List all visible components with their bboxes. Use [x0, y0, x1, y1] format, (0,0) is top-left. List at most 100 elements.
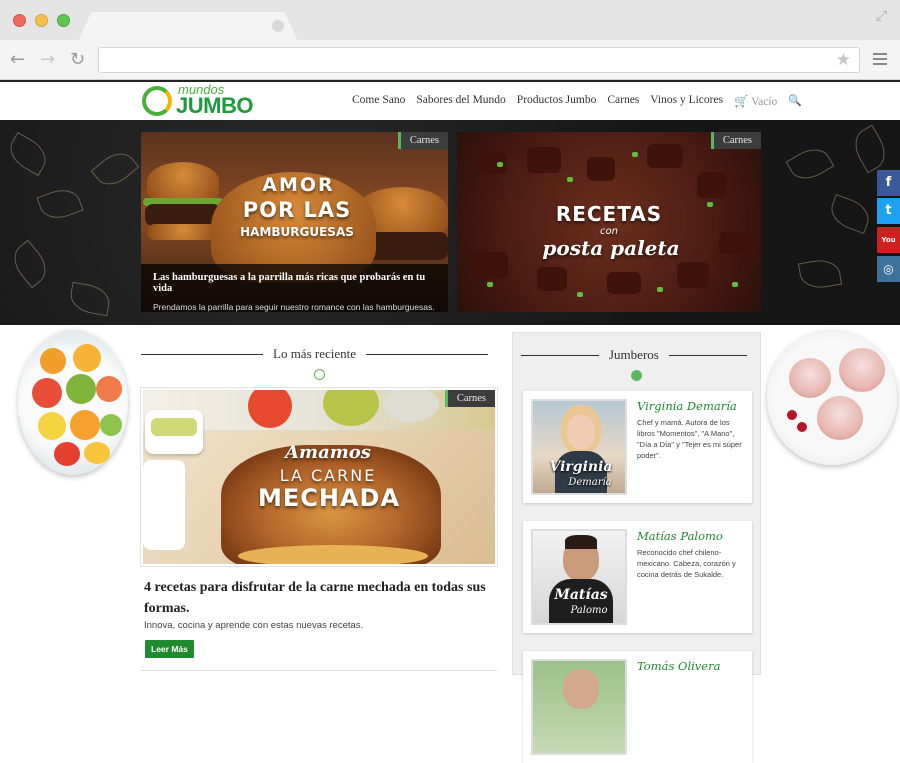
nav-item-sabores[interactable]: Sabores del Mundo [416, 94, 505, 108]
meat-image [527, 147, 561, 173]
burger-image [145, 204, 221, 226]
jumbero-photo[interactable]: Matías Palomo [531, 529, 627, 625]
globe-icon [631, 370, 642, 381]
maximize-window-icon[interactable] [57, 14, 70, 27]
divider [141, 670, 497, 671]
site-header: mundos JUMBO Come Sano Sabores del Mundo… [0, 82, 900, 120]
meat-image [707, 202, 713, 207]
cart-icon: 🛒 [734, 96, 749, 108]
cart-label: Vacío [751, 96, 778, 108]
fruit-image [38, 412, 66, 440]
forward-arrow-icon[interactable]: → [40, 49, 55, 70]
address-bar[interactable]: ★ [98, 47, 860, 73]
person-image [565, 535, 597, 549]
jumbero-name[interactable]: Matías Palomo [637, 529, 723, 543]
hero-card-subtitle: Prendamos la parrilla para seguir nuestr… [153, 302, 435, 312]
mundos-jumbo-logo[interactable]: mundos JUMBO [140, 82, 255, 118]
muffin-plate-decoration [767, 330, 897, 465]
meat-image [647, 144, 683, 168]
read-more-button[interactable]: Leer Más [145, 640, 194, 658]
cherry-image [787, 410, 797, 420]
photo-caption: Virginia [549, 459, 613, 475]
jumbero-card[interactable]: Virginia Demaría Virginia Demaría Chef y… [523, 391, 752, 503]
hero-card-hamburguesas[interactable]: AMOR POR LAS HAMBURGUESAS Carnes Las ham… [141, 132, 448, 312]
category-tag[interactable]: Carnes [710, 132, 761, 149]
hero-card-image-text: POR LAS [242, 198, 352, 222]
fruit-image [66, 374, 96, 404]
article-image-text: MECHADA [257, 484, 401, 512]
hero-card-image-text: posta paleta [542, 236, 680, 260]
sauce-image [151, 418, 197, 436]
back-arrow-icon[interactable]: ← [10, 49, 25, 70]
jumbero-photo[interactable]: Virginia Demaría [531, 399, 627, 495]
photo-caption: Demaría [568, 477, 612, 488]
section-title: Jumberos [609, 347, 659, 362]
meat-image [607, 272, 641, 294]
sauce-cup-image [143, 460, 185, 550]
person-image [563, 669, 599, 709]
meat-image [567, 177, 573, 182]
nav-item-vinos[interactable]: Vinos y Licores [650, 94, 723, 108]
meat-image [732, 282, 738, 287]
bookmark-star-icon[interactable]: ★ [836, 50, 851, 70]
article-title[interactable]: 4 recetas para disfrutar de la carne mec… [144, 577, 496, 619]
twitter-icon[interactable]: t [877, 198, 900, 224]
search-icon[interactable]: 🔍 [788, 94, 802, 108]
browser-titlebar: ⤢ [0, 0, 900, 42]
section-title: Lo más reciente [273, 346, 357, 361]
fullscreen-icon[interactable]: ⤢ [876, 8, 892, 24]
meat-image [577, 292, 583, 297]
jumbero-name[interactable]: Virginia Demaría [637, 399, 737, 413]
meat-image [587, 157, 615, 181]
meat-image [719, 232, 749, 254]
meat-image [632, 152, 638, 157]
tab-close-icon[interactable] [272, 20, 284, 32]
leaf-decoration-icon [797, 256, 843, 292]
logo-jumbo-text: JUMBO [176, 93, 253, 118]
nav-item-come-sano[interactable]: Come Sano [352, 94, 405, 108]
hero-banner: AMOR POR LAS HAMBURGUESAS Carnes Las ham… [0, 120, 900, 325]
facebook-icon[interactable]: f [877, 170, 900, 196]
cherry-image [797, 422, 807, 432]
browser-menu-icon[interactable] [873, 53, 887, 68]
leaf-decoration-icon [826, 194, 874, 234]
section-heading-jumberos: Jumberos [521, 347, 754, 363]
minimize-window-icon[interactable] [35, 14, 48, 27]
jumbero-photo[interactable] [531, 659, 627, 755]
reload-icon[interactable]: ↻ [70, 49, 85, 70]
leaf-decoration-icon [3, 131, 53, 177]
jumbero-name[interactable]: Tomás Olivera [637, 659, 720, 673]
category-tag[interactable]: Carnes [444, 390, 495, 407]
meat-image [537, 267, 567, 291]
cart-link[interactable]: 🛒 Vacío [734, 94, 777, 108]
article-image-text: Amamos [285, 442, 371, 463]
meat-image [497, 162, 503, 167]
section-heading-recent: Lo más reciente [141, 346, 497, 362]
nav-item-productos[interactable]: Productos Jumbo [517, 94, 597, 108]
article-image-text: LA CARNE [279, 466, 377, 485]
nav-item-carnes[interactable]: Carnes [607, 94, 639, 108]
leaf-decoration-icon [90, 145, 140, 193]
burger-image [147, 224, 219, 240]
article-image[interactable]: Amamos LA CARNE MECHADA Carnes [141, 388, 497, 566]
jumbero-card[interactable]: Matías Palomo Matías Palomo Reconocido c… [523, 521, 752, 633]
fruit-image [40, 348, 66, 374]
meat-image [472, 252, 508, 278]
browser-tab[interactable] [78, 12, 298, 42]
meat-image [677, 262, 709, 288]
leaf-decoration-icon [67, 281, 113, 317]
category-tag[interactable]: Carnes [397, 132, 448, 149]
close-window-icon[interactable] [13, 14, 26, 27]
browser-toolbar: ← → ↻ ★ [0, 40, 900, 80]
hero-card-posta-paleta[interactable]: RECETAS con posta paleta Carnes [457, 132, 761, 312]
divider [668, 354, 747, 356]
fruit-image [32, 378, 62, 408]
hero-card-title[interactable]: Las hamburguesas a la parrilla más ricas… [153, 272, 436, 294]
muffin-image [817, 396, 863, 440]
leaf-decoration-icon [847, 124, 893, 174]
instagram-icon[interactable]: ◎ [877, 256, 900, 282]
youtube-icon[interactable]: You Tube [877, 227, 900, 270]
jumbero-card[interactable]: Tomás Olivera [523, 651, 752, 763]
fruit-image [54, 442, 80, 466]
hero-card-caption: Las hamburguesas a la parrilla más ricas… [141, 264, 448, 312]
